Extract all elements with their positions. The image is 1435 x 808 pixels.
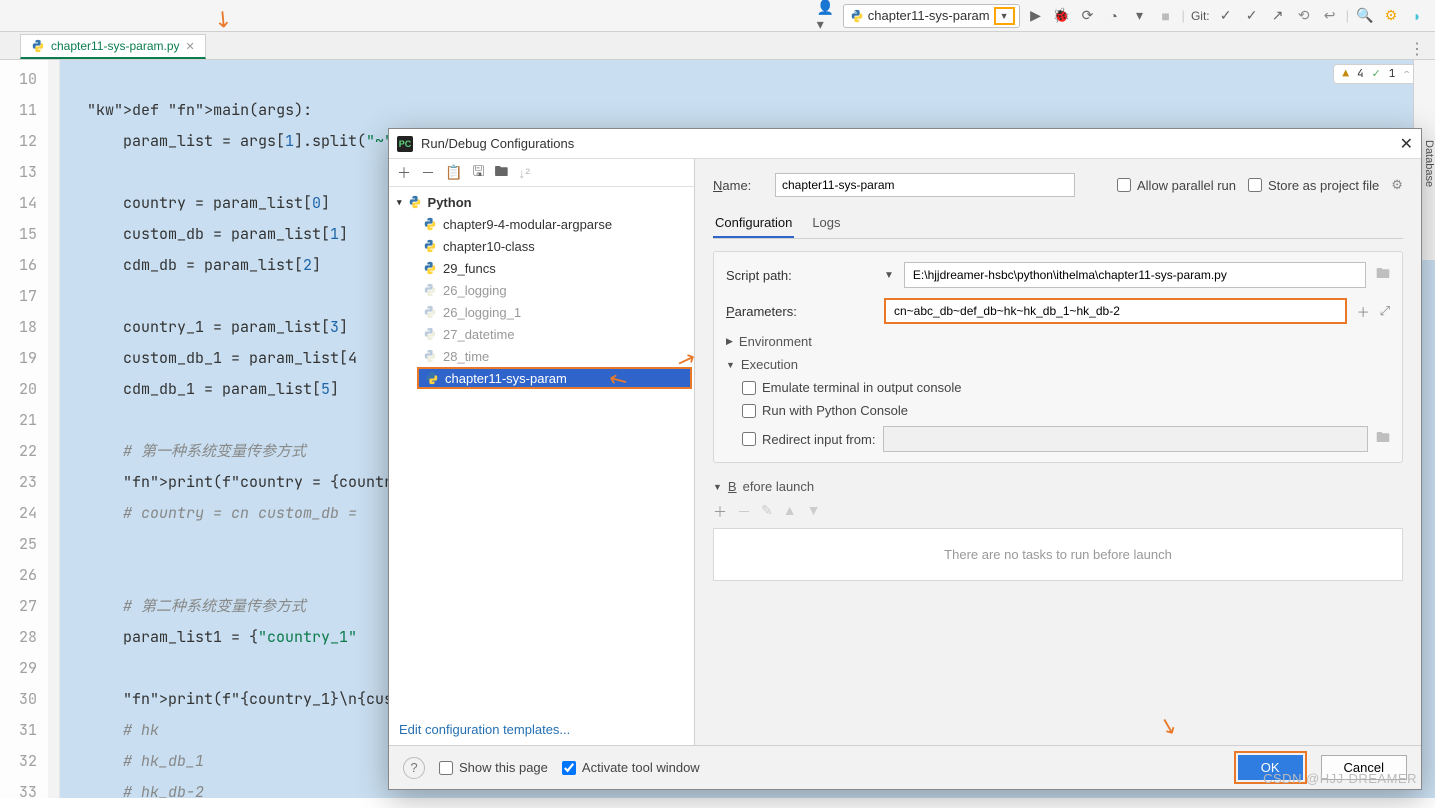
git-push-icon[interactable]: ↗ xyxy=(1268,6,1288,26)
emulate-terminal-checkbox[interactable]: Emulate terminal in output console xyxy=(742,380,1390,395)
coverage-icon[interactable]: ⟳ xyxy=(1078,6,1098,26)
close-icon[interactable]: ✕ xyxy=(186,40,195,53)
user-icon[interactable]: 👤▾ xyxy=(817,6,837,26)
tab-configuration[interactable]: Configuration xyxy=(713,209,794,238)
close-icon[interactable]: ✕ xyxy=(1400,134,1413,154)
config-tree[interactable]: ▾ Python chapter9-4-modular-argparsechap… xyxy=(389,187,694,714)
git-history-icon[interactable]: ⟲ xyxy=(1294,6,1314,26)
chevron-down-icon: ▾ xyxy=(397,197,402,208)
tree-root-label: Python xyxy=(428,195,472,210)
copy-icon[interactable]: 📋 xyxy=(445,164,462,181)
file-tab-active[interactable]: chapter11-sys-param.py ✕ xyxy=(20,34,206,59)
inspection-widget[interactable]: ▲ 4 ✓ 1 ⌃ xyxy=(1333,64,1419,84)
environment-section[interactable]: ▶Environment xyxy=(726,334,1390,349)
python-icon xyxy=(850,9,864,23)
code-with-me-icon[interactable]: ◗ xyxy=(1407,6,1427,26)
editor-tabs: chapter11-sys-param.py ✕ ⋮ xyxy=(0,32,1435,60)
run-config-selector[interactable]: chapter11-sys-param ▼ xyxy=(843,4,1020,28)
remove-icon[interactable]: － xyxy=(737,502,751,522)
ok-count: 1 xyxy=(1389,67,1396,81)
allow-parallel-checkbox[interactable]: Allow parallel run xyxy=(1117,178,1236,193)
run-icon[interactable]: ▶ xyxy=(1026,6,1046,26)
chevron-icon: ⌃ xyxy=(1403,67,1410,81)
show-page-checkbox[interactable]: Show this page xyxy=(439,760,548,775)
dialog-title: Run/Debug Configurations xyxy=(421,136,574,151)
line-gutter: 1011121314151617181920212223242526272829… xyxy=(0,60,60,798)
profile-icon[interactable]: ◔ xyxy=(1104,6,1124,26)
gear-icon[interactable]: ⚙ xyxy=(1391,177,1403,193)
execution-section[interactable]: ▼Execution xyxy=(726,357,1390,372)
name-label: Name: xyxy=(713,178,763,193)
search-icon[interactable]: 🔍 xyxy=(1355,6,1375,26)
dialog-titlebar: PC Run/Debug Configurations ✕ xyxy=(389,129,1421,159)
chevron-down-icon[interactable]: ▼ xyxy=(884,270,894,281)
main-toolbar: 👤▾ chapter11-sys-param ▼ ▶ 🐞 ⟳ ◔ ▾ ■ | G… xyxy=(0,0,1435,32)
before-launch-empty: There are no tasks to run before launch xyxy=(713,528,1403,581)
folder-icon[interactable]: 🖿 xyxy=(494,161,508,185)
warning-icon: ▲ xyxy=(1342,67,1349,81)
insert-macro-icon[interactable]: ＋ xyxy=(1357,302,1370,321)
config-tree-panel: ＋ － 📋 🖫 🖿 ↓² ▾ Python chapter9-4-modular… xyxy=(389,159,695,745)
tree-item[interactable]: 26_logging_1 xyxy=(389,301,694,323)
tree-item[interactable]: 26_logging xyxy=(389,279,694,301)
python-icon xyxy=(31,39,45,53)
tree-item[interactable]: 27_datetime xyxy=(389,323,694,345)
parameters-label: Parameters: xyxy=(726,304,874,319)
watermark: CSDN @HJJ-DREAMER xyxy=(1263,771,1417,786)
run-config-name: chapter11-sys-param xyxy=(868,8,990,23)
help-icon[interactable]: ? xyxy=(403,757,425,779)
before-launch-section[interactable]: ▼Before launch xyxy=(713,479,1403,494)
chevron-down-icon[interactable]: ▼ xyxy=(994,7,1015,25)
name-input[interactable] xyxy=(775,173,1075,197)
redirect-input-path[interactable] xyxy=(883,426,1368,452)
edit-icon[interactable]: ✎ xyxy=(761,502,773,522)
attach-icon[interactable]: ▾ xyxy=(1130,6,1150,26)
tree-item[interactable]: 29_funcs xyxy=(389,257,694,279)
before-launch-toolbar: ＋ － ✎ ▲ ▼ xyxy=(713,502,1403,522)
folder-icon[interactable]: 🖿 xyxy=(1376,427,1390,451)
main-config-panel: Script path: ▼ 🖿 Parameters: ＋ ⤢ ▶Enviro… xyxy=(713,251,1403,463)
tree-item[interactable]: chapter9-4-modular-argparse xyxy=(389,213,694,235)
ok-icon: ✓ xyxy=(1372,67,1381,81)
tree-item[interactable]: chapter11-sys-param xyxy=(417,367,692,389)
git-label: Git: xyxy=(1191,9,1210,23)
save-icon[interactable]: 🖫 xyxy=(472,161,484,185)
store-project-checkbox[interactable]: Store as project file xyxy=(1248,178,1379,193)
edit-templates-link[interactable]: Edit configuration templates... xyxy=(389,714,694,745)
config-form: Name: Allow parallel run Store as projec… xyxy=(695,159,1421,745)
parameters-input[interactable] xyxy=(884,298,1347,324)
tab-filename: chapter11-sys-param.py xyxy=(51,39,180,53)
activate-tool-window-checkbox[interactable]: Activate tool window xyxy=(562,760,700,775)
python-icon xyxy=(408,195,422,209)
tab-logs[interactable]: Logs xyxy=(810,209,842,238)
redirect-input-checkbox[interactable]: Redirect input from: xyxy=(742,432,875,447)
git-update-icon[interactable]: ✓ xyxy=(1216,6,1236,26)
script-path-label: Script path: xyxy=(726,268,874,283)
expand-icon[interactable]: ⤢ xyxy=(1380,303,1390,319)
git-rollback-icon[interactable]: ↩ xyxy=(1320,6,1340,26)
script-path-input[interactable] xyxy=(904,262,1366,288)
down-icon[interactable]: ▼ xyxy=(807,502,821,522)
tree-root-python[interactable]: ▾ Python xyxy=(389,191,694,213)
debug-icon[interactable]: 🐞 xyxy=(1052,6,1072,26)
sort-icon[interactable]: ↓² xyxy=(518,165,530,181)
folder-icon[interactable]: 🖿 xyxy=(1376,263,1390,287)
add-icon[interactable]: ＋ xyxy=(397,163,411,183)
warning-count: 4 xyxy=(1357,67,1364,81)
pycharm-icon: PC xyxy=(397,136,413,152)
run-python-console-checkbox[interactable]: Run with Python Console xyxy=(742,403,1390,418)
remove-icon[interactable]: － xyxy=(421,163,435,183)
run-debug-config-dialog: PC Run/Debug Configurations ✕ ＋ － 📋 🖫 🖿 … xyxy=(388,128,1422,790)
stop-icon[interactable]: ■ xyxy=(1156,6,1176,26)
add-icon[interactable]: ＋ xyxy=(713,502,727,522)
git-commit-icon[interactable]: ✓ xyxy=(1242,6,1262,26)
tree-toolbar: ＋ － 📋 🖫 🖿 ↓² xyxy=(389,159,694,187)
tree-item[interactable]: 28_time xyxy=(389,345,694,367)
ide-settings-icon[interactable]: ⚙ xyxy=(1381,6,1401,26)
config-tabs: Configuration Logs xyxy=(713,209,1403,239)
up-icon[interactable]: ▲ xyxy=(783,502,797,522)
tabs-more-icon[interactable]: ⋮ xyxy=(1409,39,1425,59)
tree-item[interactable]: chapter10-class xyxy=(389,235,694,257)
